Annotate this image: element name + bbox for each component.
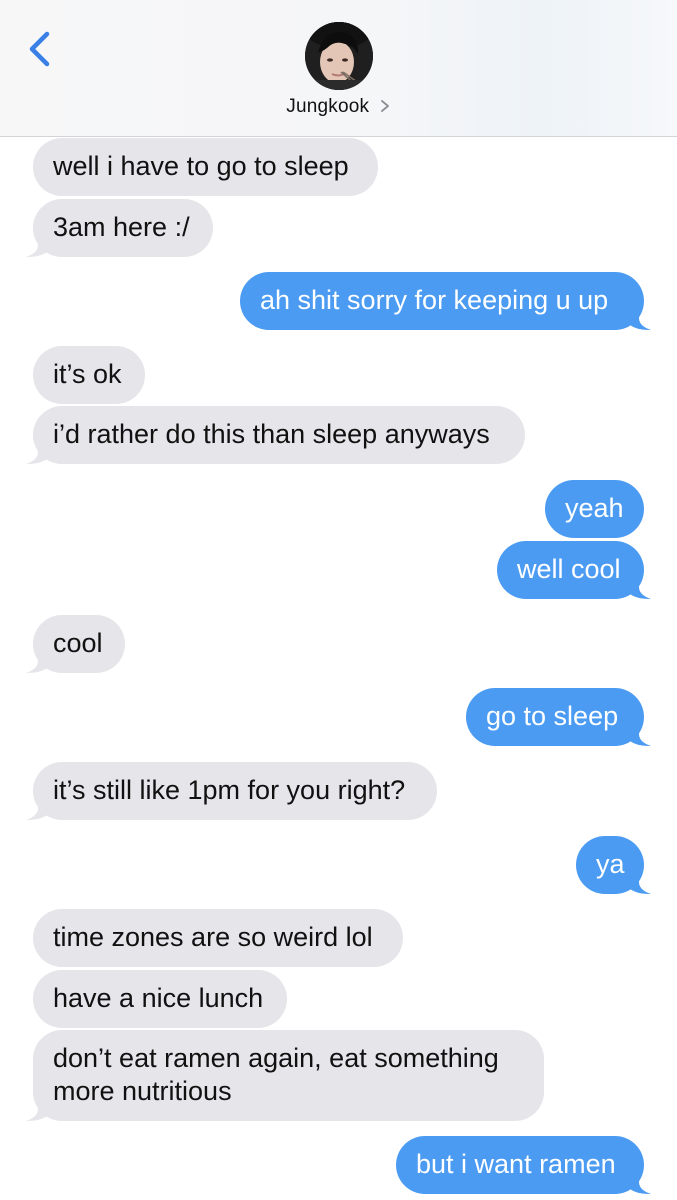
message-outgoing[interactable]: ya (576, 836, 651, 894)
bubble-tail (629, 726, 651, 746)
avatar-photo (305, 22, 373, 90)
message-text: have a nice lunch (53, 983, 264, 1013)
message-text-line: don’t eat ramen again, eat something (53, 1043, 499, 1073)
message-text: cool (53, 628, 103, 658)
bubble-tail (629, 579, 651, 599)
message-text: it’s still like 1pm for you right? (53, 775, 406, 805)
back-button[interactable] (22, 28, 58, 70)
bubble-tail (26, 237, 48, 257)
messages-screen: Jungkook well i have to go to sleep 3am … (0, 0, 677, 1200)
message-text: well cool (517, 554, 621, 584)
message-text: well i have to go to sleep (53, 151, 349, 181)
message-incoming[interactable]: it’s still like 1pm for you right? (26, 762, 437, 820)
message-text: ah shit sorry for keeping u up (260, 285, 609, 315)
bubble-tail (26, 800, 48, 820)
message-incoming[interactable]: well i have to go to sleep (33, 138, 378, 196)
contact-name-button[interactable]: Jungkook (0, 96, 677, 120)
contact-name: Jungkook (286, 96, 370, 117)
message-incoming[interactable]: cool (26, 615, 125, 673)
message-text: it’s ok (53, 359, 122, 389)
message-text-line: more nutritious (53, 1076, 232, 1106)
message-incoming[interactable]: have a nice lunch (33, 970, 287, 1028)
bubble-tail (26, 444, 48, 464)
message-text: time zones are so weird lol (53, 922, 373, 952)
bubble-tail (629, 1174, 651, 1194)
bubble-tail (26, 1101, 48, 1121)
contact-avatar[interactable] (305, 22, 373, 90)
bubble-tail (629, 310, 651, 330)
message-outgoing[interactable]: well cool (497, 541, 651, 599)
message-incoming[interactable]: it’s ok (33, 346, 145, 404)
message-outgoing[interactable]: ah shit sorry for keeping u up (240, 272, 651, 330)
message-text: i’d rather do this than sleep anyways (53, 419, 490, 449)
message-list[interactable]: well i have to go to sleep 3am here :/ a… (0, 137, 677, 1200)
bubble-tail (629, 874, 651, 894)
message-text: go to sleep (486, 701, 619, 731)
message-incoming[interactable]: i’d rather do this than sleep anyways (26, 406, 525, 464)
message-incoming[interactable]: 3am here :/ (26, 199, 213, 257)
conversation-header: Jungkook (0, 0, 677, 137)
bubble-tail (26, 653, 48, 673)
message-text: yeah (565, 493, 624, 523)
chevron-right-icon (380, 100, 389, 112)
message-incoming[interactable]: don’t eat ramen again, eat something mor… (26, 1030, 544, 1121)
message-text: 3am here :/ (53, 212, 190, 242)
message-text: ya (596, 849, 625, 879)
message-outgoing[interactable]: yeah (545, 480, 644, 538)
message-outgoing[interactable]: but i want ramen (396, 1136, 651, 1194)
message-incoming[interactable]: time zones are so weird lol (33, 909, 403, 967)
message-outgoing[interactable]: go to sleep (466, 688, 651, 746)
message-text: but i want ramen (416, 1149, 616, 1179)
chevron-left-icon (29, 31, 50, 67)
